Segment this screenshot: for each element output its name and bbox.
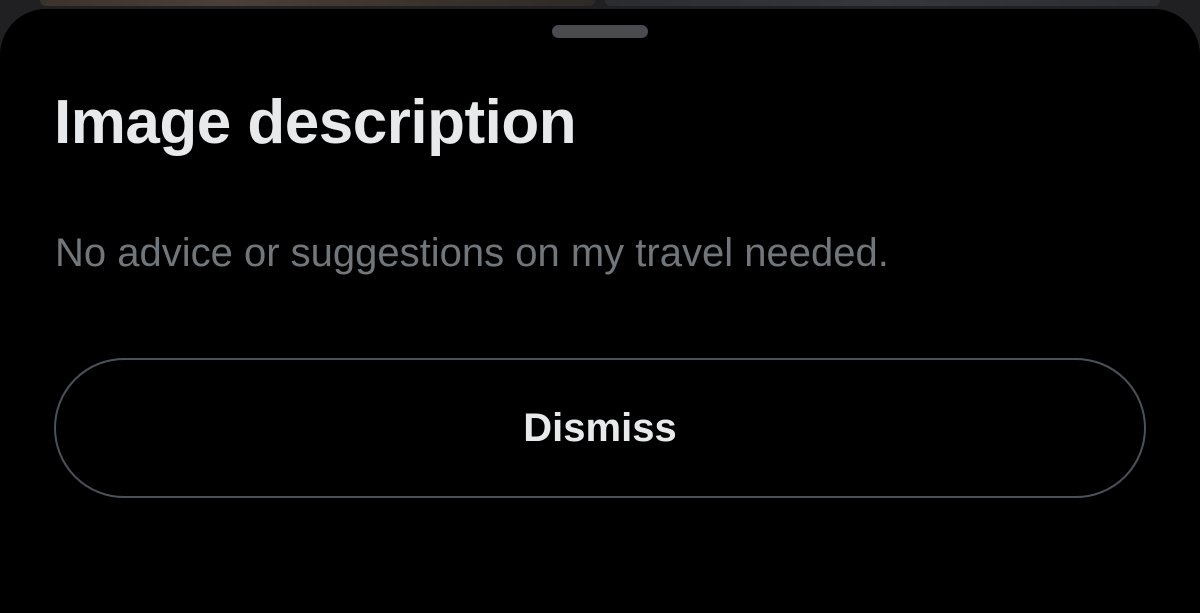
image-description-text: No advice or suggestions on my travel ne… — [55, 231, 889, 275]
bottom-sheet: Image description No advice or suggestio… — [0, 9, 1200, 613]
background-image-thumbnail — [605, 0, 1160, 6]
sheet-title: Image description — [54, 88, 577, 157]
dismiss-button[interactable]: Dismiss — [54, 358, 1146, 498]
background-image-thumbnail — [40, 0, 595, 6]
sheet-grab-handle[interactable] — [552, 25, 648, 38]
